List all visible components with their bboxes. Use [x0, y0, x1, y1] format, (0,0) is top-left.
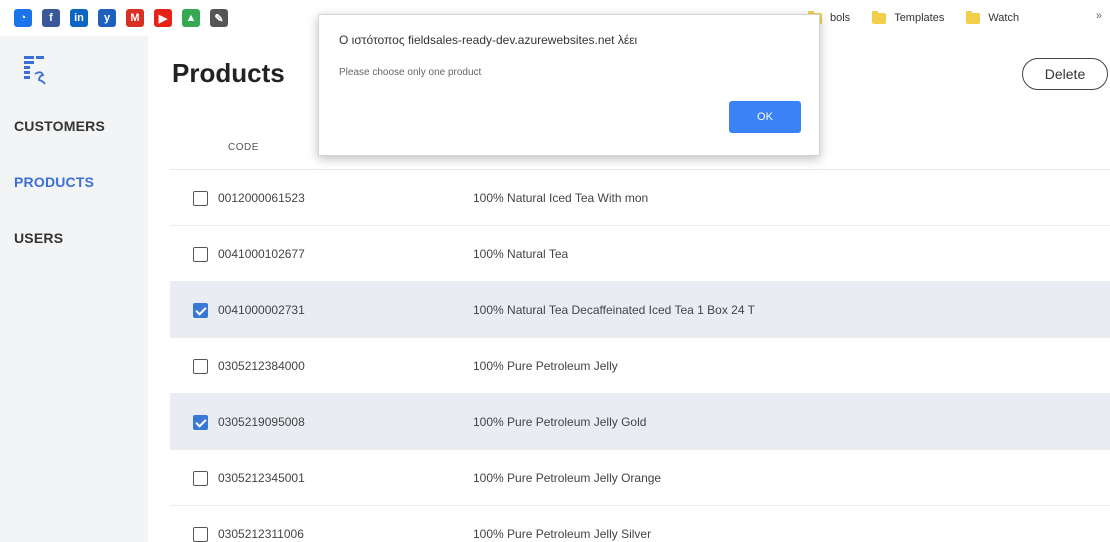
bookmark-folders: bols Templates Watch [808, 0, 1041, 36]
cell-name: 100% Natural Iced Tea With mon [473, 191, 649, 205]
sidebar-item-products[interactable]: PRODUCTS [14, 174, 94, 190]
cell-code: 0012000061523 [218, 191, 305, 205]
row-checkbox[interactable] [193, 191, 208, 206]
ok-button[interactable]: OK [729, 101, 801, 133]
cell-name: 100% Natural Tea Decaffeinated Iced Tea … [473, 303, 755, 317]
cell-code: 0041000002731 [218, 303, 305, 317]
sidebar-item-users[interactable]: USERS [14, 230, 63, 246]
alert-dialog: Ο ιστότοπος fieldsales-ready-dev.azurewe… [318, 14, 820, 156]
table-body: 0012000061523 100% Natural Iced Tea With … [170, 170, 1110, 542]
table-row[interactable]: 0305212311006 100% Pure Petroleum Jelly S… [170, 506, 1110, 542]
page-title: Products [172, 58, 285, 88]
bookmark-folder-label: bols [830, 12, 851, 24]
table-row[interactable]: 0305219095008 100% Pure Petroleum Jelly G… [170, 394, 1110, 450]
bookmark-folder-label: Templates [894, 12, 945, 24]
row-checkbox[interactable] [193, 471, 208, 486]
cell-code: 0305212311006 [218, 527, 304, 541]
gmail-icon[interactable]: M [126, 9, 144, 27]
cell-name: 100% Pure Petroleum Jelly Orange [473, 471, 662, 485]
cell-code: 0305212384000 [218, 359, 305, 373]
sidebar-item-customers[interactable]: CUSTOMERS [14, 118, 105, 134]
youtube-icon[interactable]: ▶ [154, 9, 172, 27]
drive-icon[interactable]: ▲ [182, 9, 200, 27]
row-checkbox[interactable] [193, 247, 208, 262]
app-logo-icon [24, 56, 46, 85]
table-row[interactable]: 0305212345001 100% Pure Petroleum Jelly O… [170, 450, 1110, 506]
cell-code: 0305219095008 [218, 415, 305, 429]
row-checkbox[interactable] [193, 527, 208, 542]
bookmark-folder-watch[interactable]: Watch [966, 10, 1020, 24]
bookmark-folder-label: Watch [988, 12, 1020, 24]
cell-name: 100% Pure Petroleum Jelly [473, 359, 618, 373]
row-checkbox[interactable] [193, 359, 208, 374]
dialog-message: Please choose only one product [339, 67, 482, 78]
row-checkbox-checked[interactable] [193, 303, 208, 318]
facebook-icon[interactable]: f [42, 9, 60, 27]
folder-icon [966, 10, 981, 24]
row-checkbox-checked[interactable] [193, 415, 208, 430]
app-window: ◔ finyM ▶ ▲ ✎ bols Templates Watch » [0, 0, 1110, 542]
more-bookmarks-button[interactable]: » [1096, 10, 1102, 22]
table-row[interactable]: 0012000061523 100% Natural Iced Tea With … [170, 170, 1110, 226]
products-table: CODE 0012000061523 100% Natural Iced Tea … [170, 126, 1110, 542]
cell-name: 100% Pure Petroleum Jelly Silver [473, 527, 652, 541]
column-header-code[interactable]: CODE [228, 126, 259, 170]
cell-name: 100% Natural Tea [473, 247, 569, 261]
table-row[interactable]: 0041000102677 100% Natural Tea [170, 226, 1110, 282]
cell-name: 100% Pure Petroleum Jelly Gold [473, 415, 647, 429]
cell-code: 0305212345001 [218, 471, 305, 485]
table-row[interactable]: 0041000002731 100% Natural Tea Decaffeina… [170, 282, 1110, 338]
cell-code: 0041000102677 [218, 247, 305, 261]
sidebar: CUSTOMERS PRODUCTS USERS [0, 36, 148, 542]
bookmark-folder-templates[interactable]: Templates [872, 10, 945, 24]
delete-button[interactable]: Delete [1022, 58, 1108, 90]
table-row[interactable]: 0305212384000 100% Pure Petroleum Jelly [170, 338, 1110, 394]
sync-icon[interactable]: ◔ [14, 9, 32, 27]
dialog-title: Ο ιστότοπος fieldsales-ready-dev.azurewe… [339, 33, 638, 47]
folder-icon [872, 10, 887, 24]
tools-icon[interactable]: ✎ [210, 9, 228, 27]
linkedin-icon[interactable]: in [70, 9, 88, 27]
yammer-icon[interactable]: y [98, 9, 116, 27]
